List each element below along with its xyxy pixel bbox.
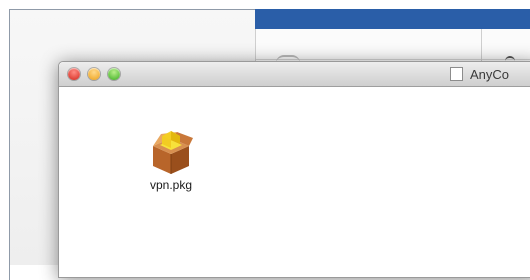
window-titlebar[interactable]: AnyCo: [59, 62, 530, 87]
finder-window: AnyCo vpn.pkg: [58, 61, 530, 278]
finder-content: vpn.pkg: [59, 87, 530, 277]
package-icon: [153, 131, 193, 174]
document-icon: [450, 67, 463, 81]
window-title: AnyCo: [470, 67, 510, 82]
background-window-header-bar: [255, 9, 530, 29]
minimize-button[interactable]: [88, 68, 100, 80]
zoom-button[interactable]: [108, 68, 120, 80]
background-divider: [481, 29, 482, 61]
background-divider: [255, 29, 256, 61]
close-button[interactable]: [68, 68, 80, 80]
file-label: vpn.pkg: [149, 178, 193, 192]
file-item-vpn-pkg[interactable]: vpn.pkg: [135, 128, 207, 192]
